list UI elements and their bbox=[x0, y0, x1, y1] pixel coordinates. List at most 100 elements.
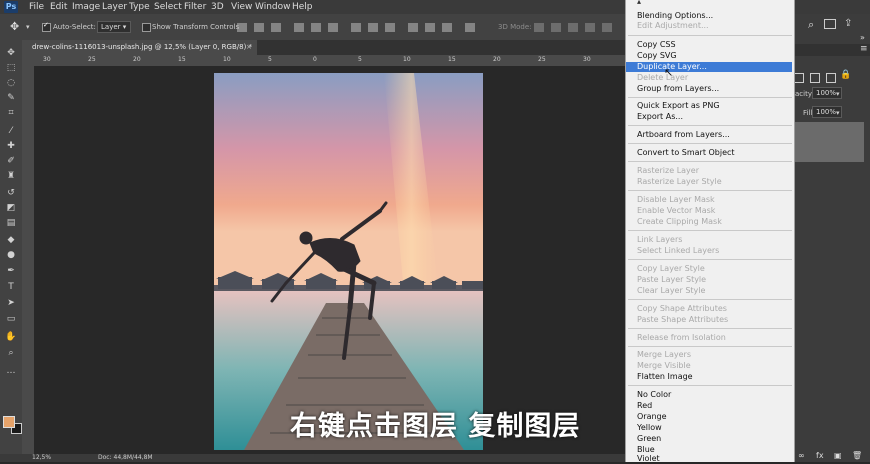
rectangle-icon[interactable]: ▭ bbox=[5, 314, 17, 324]
align-top-icon[interactable] bbox=[237, 23, 247, 32]
menu-item-select-linked-layers[interactable]: Select Linked Layers bbox=[637, 246, 719, 256]
menu-item-paste-layer-style[interactable]: Paste Layer Style bbox=[637, 275, 706, 285]
align-vcenter-icon[interactable] bbox=[254, 23, 264, 32]
lock-all-icon[interactable]: 🔒 bbox=[840, 70, 851, 80]
menu-image[interactable]: Image bbox=[72, 1, 100, 13]
menu-item-enable-vector-mask[interactable]: Enable Vector Mask bbox=[637, 206, 715, 216]
menu-3d[interactable]: 3D bbox=[211, 1, 224, 13]
crop-icon[interactable]: ⌗ bbox=[5, 108, 17, 118]
link-layers-icon[interactable]: ∞ bbox=[798, 451, 805, 460]
menu-type[interactable]: Type bbox=[129, 1, 150, 13]
add-style-icon[interactable]: fx bbox=[816, 451, 824, 460]
healing-icon[interactable]: ✚ bbox=[5, 141, 17, 151]
document-image[interactable] bbox=[214, 73, 483, 450]
menu-item-delete-layer[interactable]: Delete Layer bbox=[637, 73, 688, 83]
gradient-icon[interactable]: ▤ bbox=[5, 218, 17, 228]
foreground-color-swatch[interactable] bbox=[3, 416, 15, 428]
menu-item-merge-visible[interactable]: Merge Visible bbox=[637, 361, 691, 371]
auto-align-icon[interactable] bbox=[465, 23, 475, 32]
menu-item-no-color[interactable]: No Color bbox=[637, 390, 671, 400]
pen-icon[interactable]: ✒ bbox=[5, 266, 17, 276]
type-icon[interactable]: T bbox=[5, 282, 17, 292]
lasso-icon[interactable]: ◌ bbox=[5, 78, 17, 88]
menu-item-copy-css[interactable]: Copy CSS bbox=[637, 40, 676, 50]
distribute-left-icon[interactable] bbox=[408, 23, 418, 32]
distribute-bottom-icon[interactable] bbox=[385, 23, 395, 32]
show-transform-checkbox[interactable] bbox=[142, 23, 151, 32]
lock-transparent-icon[interactable] bbox=[794, 73, 804, 83]
3d-orbit-icon[interactable] bbox=[534, 23, 544, 32]
menu-window[interactable]: Window bbox=[255, 1, 291, 13]
collapse-icon[interactable]: » bbox=[860, 33, 865, 42]
marquee-icon[interactable]: ⬚ bbox=[5, 63, 17, 73]
lock-position-icon[interactable] bbox=[826, 73, 836, 83]
menu-item-artboard-from-layers[interactable]: Artboard from Layers... bbox=[637, 130, 730, 140]
distribute-right-icon[interactable] bbox=[442, 23, 452, 32]
menu-item-export-as[interactable]: Export As... bbox=[637, 112, 683, 122]
3d-pan-icon[interactable] bbox=[568, 23, 578, 32]
menu-item-yellow[interactable]: Yellow bbox=[637, 423, 662, 433]
distribute-top-icon[interactable] bbox=[351, 23, 361, 32]
menu-item-disable-layer-mask[interactable]: Disable Layer Mask bbox=[637, 195, 715, 205]
menu-item-orange[interactable]: Orange bbox=[637, 412, 667, 422]
menu-item-convert-smart-object[interactable]: Convert to Smart Object bbox=[637, 148, 735, 158]
move-icon[interactable]: ✥ bbox=[10, 20, 19, 33]
hand-icon[interactable]: ✋ bbox=[5, 332, 17, 342]
menu-item-group-from-layers[interactable]: Group from Layers... bbox=[637, 84, 719, 94]
move-icon[interactable]: ✥ bbox=[5, 48, 17, 58]
menu-select[interactable]: Select bbox=[154, 1, 182, 13]
align-hcenter-icon[interactable] bbox=[311, 23, 321, 32]
menu-item-copy-shape-attributes[interactable]: Copy Shape Attributes bbox=[637, 304, 727, 314]
distribute-hcenter-icon[interactable] bbox=[425, 23, 435, 32]
menu-item-edit-adjustment[interactable]: Edit Adjustment... bbox=[637, 21, 709, 31]
menu-filter[interactable]: Filter bbox=[184, 1, 206, 13]
menu-item-red[interactable]: Red bbox=[637, 401, 652, 411]
document-tab[interactable]: drew-colins-1116013-unsplash.jpg @ 12,5%… bbox=[22, 40, 257, 55]
auto-select-dropdown[interactable]: Layer ▾ bbox=[97, 21, 131, 33]
zoom-icon[interactable]: ⌕ bbox=[5, 348, 17, 358]
menu-item-flatten-image[interactable]: Flatten Image bbox=[637, 372, 693, 382]
quick-select-icon[interactable]: ✎ bbox=[5, 93, 17, 103]
align-right-icon[interactable] bbox=[328, 23, 338, 32]
3d-slide-icon[interactable] bbox=[585, 23, 595, 32]
menu-item-rasterize-layer[interactable]: Rasterize Layer bbox=[637, 166, 699, 176]
menu-item-quick-export-png[interactable]: Quick Export as PNG bbox=[637, 101, 720, 111]
menu-layer[interactable]: Layer bbox=[102, 1, 127, 13]
menu-item-create-clipping-mask[interactable]: Create Clipping Mask bbox=[637, 217, 722, 227]
trash-icon[interactable]: 🗑 bbox=[852, 451, 862, 460]
blur-icon[interactable]: ◆ bbox=[5, 235, 17, 245]
menu-item-blending-options[interactable]: Blending Options... bbox=[637, 11, 713, 21]
panel-menu-icon[interactable]: ≡ bbox=[860, 44, 868, 54]
brush-icon[interactable]: ✐ bbox=[5, 156, 17, 166]
menu-edit[interactable]: Edit bbox=[50, 1, 67, 13]
eyedropper-icon[interactable]: ⁄ bbox=[5, 126, 17, 136]
dodge-icon[interactable]: ● bbox=[5, 250, 17, 260]
menu-item-release-from-isolation[interactable]: Release from Isolation bbox=[637, 333, 726, 343]
menu-item-clear-layer-style[interactable]: Clear Layer Style bbox=[637, 286, 705, 296]
menu-help[interactable]: Help bbox=[292, 1, 313, 13]
close-icon[interactable]: × bbox=[246, 40, 252, 55]
menu-item-rasterize-layer-style[interactable]: Rasterize Layer Style bbox=[637, 177, 722, 187]
menu-item-green[interactable]: Green bbox=[637, 434, 661, 444]
distribute-vcenter-icon[interactable] bbox=[368, 23, 378, 32]
menu-file[interactable]: File bbox=[29, 1, 44, 13]
align-left-icon[interactable] bbox=[294, 23, 304, 32]
align-bottom-icon[interactable] bbox=[271, 23, 281, 32]
layer-row-selected[interactable] bbox=[794, 122, 864, 162]
lock-pixels-icon[interactable] bbox=[810, 73, 820, 83]
3d-roll-icon[interactable] bbox=[551, 23, 561, 32]
menu-item-link-layers[interactable]: Link Layers bbox=[637, 235, 682, 245]
menu-item-paste-shape-attributes[interactable]: Paste Shape Attributes bbox=[637, 315, 728, 325]
menu-item-copy-svg[interactable]: Copy SVG bbox=[637, 51, 677, 61]
search-icon[interactable]: ⌕ bbox=[808, 18, 814, 32]
new-layer-icon[interactable]: ▣ bbox=[834, 451, 842, 460]
stamp-icon[interactable]: ♜ bbox=[5, 171, 17, 181]
path-select-icon[interactable]: ➤ bbox=[5, 298, 17, 308]
share-icon[interactable]: ⇪ bbox=[844, 18, 852, 29]
menu-item-merge-layers[interactable]: Merge Layers bbox=[637, 350, 691, 360]
menu-view[interactable]: View bbox=[231, 1, 252, 13]
history-brush-icon[interactable]: ↺ bbox=[5, 188, 17, 198]
auto-select-checkbox[interactable]: ✓ bbox=[42, 21, 51, 32]
menu-item-copy-layer-style[interactable]: Copy Layer Style bbox=[637, 264, 705, 274]
menu-item-violet[interactable]: Violet bbox=[637, 454, 660, 464]
